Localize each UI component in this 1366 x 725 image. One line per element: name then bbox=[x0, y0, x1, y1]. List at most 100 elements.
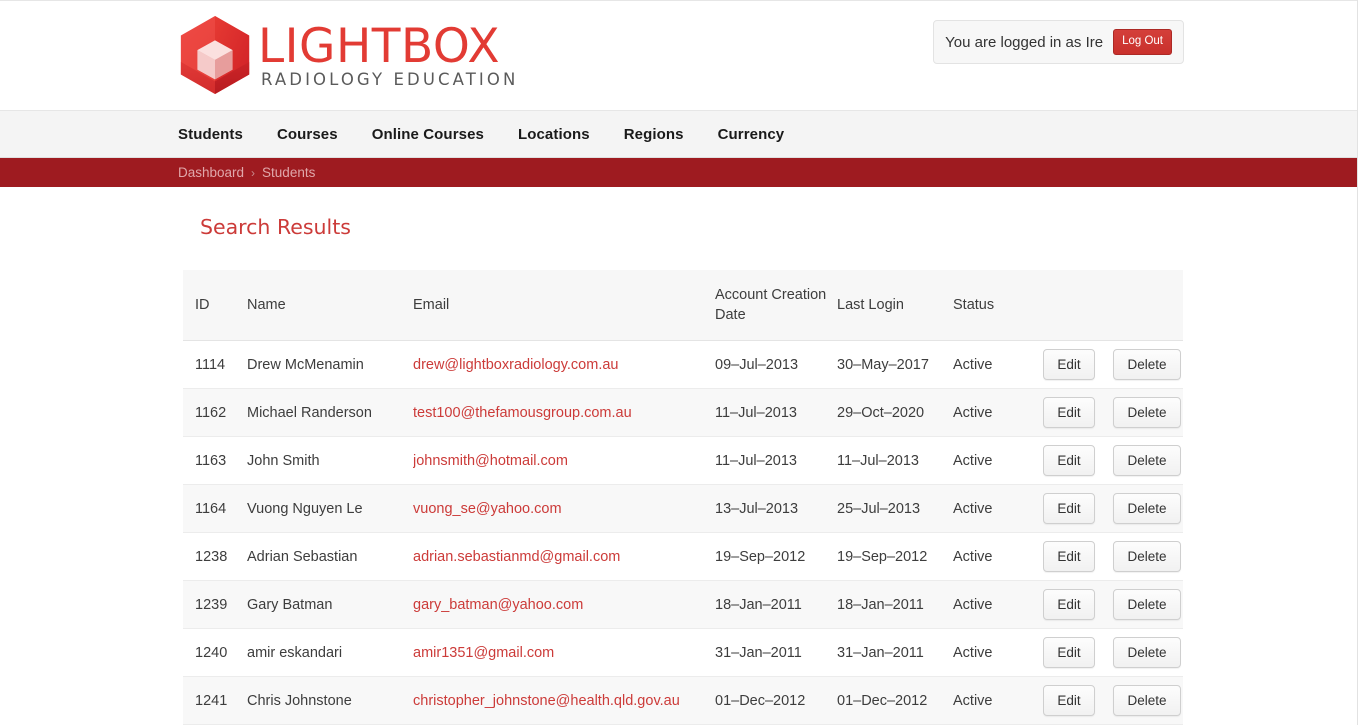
nav-item-students[interactable]: Students bbox=[178, 126, 243, 143]
table-header: ID Name Email Account Creation Date Last… bbox=[183, 270, 1183, 341]
delete-button[interactable]: Delete bbox=[1113, 492, 1181, 525]
cell-id: 1238 bbox=[183, 532, 247, 581]
nav-item-locations[interactable]: Locations bbox=[518, 126, 590, 143]
cell-name-value: John Smith bbox=[247, 452, 320, 469]
cell-email-value[interactable]: johnsmith@hotmail.com bbox=[413, 453, 568, 469]
cell-name-value: Adrian Sebastian bbox=[247, 548, 358, 565]
cell-last-login: 29–Oct–2020 bbox=[837, 388, 953, 437]
cell-created-value: 01–Dec–2012 bbox=[715, 692, 806, 709]
cell-status-value: Active bbox=[953, 548, 993, 565]
cell-status: Active bbox=[953, 676, 1043, 725]
column-header-account-creation-date[interactable]: Account Creation Date bbox=[715, 270, 837, 341]
nav-item-currency[interactable]: Currency bbox=[718, 126, 785, 143]
cell-id: 1239 bbox=[183, 580, 247, 629]
nav-item-courses[interactable]: Courses bbox=[277, 126, 338, 143]
edit-button[interactable]: Edit bbox=[1043, 636, 1095, 669]
cell-email-value[interactable]: amir1351@gmail.com bbox=[413, 645, 554, 661]
breadcrumb-item-dashboard[interactable]: Dashboard bbox=[178, 165, 244, 180]
cell-status-value: Active bbox=[953, 500, 993, 517]
table-row: 1240 amir eskandari amir1351@gmail.com 31–J… bbox=[183, 628, 1183, 677]
edit-button[interactable]: Edit bbox=[1043, 444, 1095, 477]
cell-last-login: 31–Jan–2011 bbox=[837, 628, 953, 677]
table-row: 1238 Adrian Sebastian adrian.sebastianmd@g… bbox=[183, 532, 1183, 581]
cell-email-value[interactable]: christopher_johnstone@health.qld.gov.au bbox=[413, 693, 680, 709]
logout-button[interactable]: Log Out bbox=[1113, 29, 1172, 55]
cell-name: Adrian Sebastian bbox=[247, 532, 413, 581]
cell-email-value[interactable]: adrian.sebastianmd@gmail.com bbox=[413, 549, 620, 565]
cell-last-login-value: 01–Dec–2012 bbox=[837, 692, 928, 709]
cell-name: John Smith bbox=[247, 436, 413, 485]
cell-name-value: Chris Johnstone bbox=[247, 692, 352, 709]
breadcrumb-item-students: Students bbox=[262, 165, 316, 180]
cell-last-login: 25–Jul–2013 bbox=[837, 484, 953, 533]
cell-last-login-value: 11–Jul–2013 bbox=[837, 452, 919, 469]
cell-email-value[interactable]: drew@lightboxradiology.com.au bbox=[413, 357, 618, 373]
delete-button[interactable]: Delete bbox=[1113, 588, 1181, 621]
cell-name-value: Michael Randerson bbox=[247, 404, 372, 421]
edit-button[interactable]: Edit bbox=[1043, 588, 1095, 621]
edit-button[interactable]: Edit bbox=[1043, 396, 1095, 429]
cell-id: 1241 bbox=[183, 676, 247, 725]
edit-button[interactable]: Edit bbox=[1043, 540, 1095, 573]
edit-button[interactable]: Edit bbox=[1043, 684, 1095, 717]
cell-last-login-value: 31–Jan–2011 bbox=[837, 644, 924, 661]
cell-last-login-value: 25–Jul–2013 bbox=[837, 500, 921, 517]
cell-email: johnsmith@hotmail.com bbox=[413, 436, 715, 485]
column-header-status[interactable]: Status bbox=[953, 270, 1043, 341]
column-header-id[interactable]: ID bbox=[183, 270, 247, 341]
students-results-table: ID Name Email Account Creation Date Last… bbox=[183, 270, 1183, 725]
nav-item-regions[interactable]: Regions bbox=[624, 126, 684, 143]
cell-last-login-value: 30–May–2017 bbox=[837, 356, 929, 373]
brand-name: LIGHTBOX bbox=[258, 19, 501, 74]
cell-created: 19–Sep–2012 bbox=[715, 532, 837, 581]
cell-email: vuong_se@yahoo.com bbox=[413, 484, 715, 533]
delete-button[interactable]: Delete bbox=[1113, 684, 1181, 717]
cell-email-value[interactable]: gary_batman@yahoo.com bbox=[413, 597, 583, 613]
cell-created-value: 11–Jul–2013 bbox=[715, 404, 797, 421]
table-row: 1163 John Smith johnsmith@hotmail.com 11–Ju… bbox=[183, 436, 1183, 485]
column-header-last-login[interactable]: Last Login bbox=[837, 270, 953, 341]
cell-status: Active bbox=[953, 484, 1043, 533]
delete-button[interactable]: Delete bbox=[1113, 396, 1181, 429]
cell-created-value: 19–Sep–2012 bbox=[715, 548, 806, 565]
cell-created: 13–Jul–2013 bbox=[715, 484, 837, 533]
column-header-email[interactable]: Email bbox=[413, 270, 715, 341]
column-header-actions bbox=[1043, 270, 1183, 341]
cell-actions: Edit Delete bbox=[1043, 628, 1183, 677]
cell-status: Active bbox=[953, 532, 1043, 581]
cell-name-value: amir eskandari bbox=[247, 644, 343, 661]
page-title: Search Results bbox=[200, 215, 351, 239]
brand-logo[interactable]: LIGHTBOX RADIOLOGY EDUCATION bbox=[178, 15, 518, 95]
table-header-row: ID Name Email Account Creation Date Last… bbox=[183, 270, 1183, 341]
cell-email-value[interactable]: test100@thefamousgroup.com.au bbox=[413, 405, 632, 421]
cell-created: 09–Jul–2013 bbox=[715, 340, 837, 389]
delete-button[interactable]: Delete bbox=[1113, 444, 1181, 477]
column-header-name[interactable]: Name bbox=[247, 270, 413, 341]
cell-last-login: 01–Dec–2012 bbox=[837, 676, 953, 725]
cell-status: Active bbox=[953, 580, 1043, 629]
cell-status: Active bbox=[953, 340, 1043, 389]
nav-item-online-courses[interactable]: Online Courses bbox=[372, 126, 484, 143]
cell-status: Active bbox=[953, 436, 1043, 485]
cell-email: test100@thefamousgroup.com.au bbox=[413, 388, 715, 437]
delete-button[interactable]: Delete bbox=[1113, 636, 1181, 669]
edit-button[interactable]: Edit bbox=[1043, 492, 1095, 525]
table-body: 1114 Drew McMenamin drew@lightboxradiology… bbox=[183, 340, 1183, 725]
cell-actions: Edit Delete bbox=[1043, 676, 1183, 725]
cell-status-value: Active bbox=[953, 644, 993, 661]
cell-status-value: Active bbox=[953, 356, 993, 373]
cell-actions: Edit Delete bbox=[1043, 436, 1183, 485]
cell-email-value[interactable]: vuong_se@yahoo.com bbox=[413, 501, 562, 517]
cell-email: drew@lightboxradiology.com.au bbox=[413, 340, 715, 389]
cell-email: adrian.sebastianmd@gmail.com bbox=[413, 532, 715, 581]
breadcrumb-separator-icon: › bbox=[251, 165, 256, 180]
brand-tagline: RADIOLOGY EDUCATION bbox=[261, 70, 519, 89]
cell-status-value: Active bbox=[953, 404, 993, 421]
logged-in-label: You are logged in as Ire bbox=[945, 33, 1104, 51]
delete-button[interactable]: Delete bbox=[1113, 540, 1181, 573]
delete-button[interactable]: Delete bbox=[1113, 348, 1181, 381]
main-navigation: Students Courses Online Courses Location… bbox=[0, 110, 1357, 158]
table-row: 1241 Chris Johnstone christopher_johnstone… bbox=[183, 676, 1183, 725]
edit-button[interactable]: Edit bbox=[1043, 348, 1095, 381]
cell-name: Drew McMenamin bbox=[247, 340, 413, 389]
